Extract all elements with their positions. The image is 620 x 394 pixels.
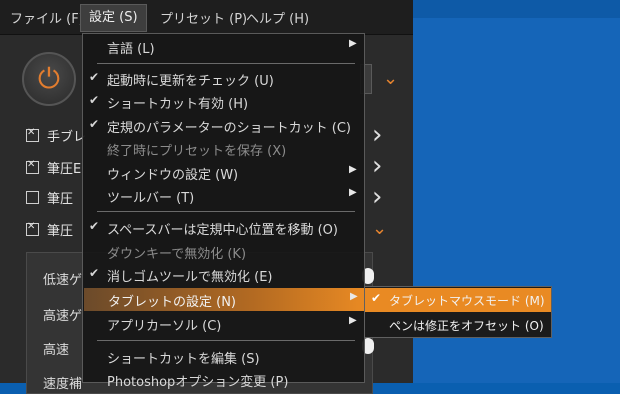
menu-item-check-updates[interactable]: ✔ 起動時に更新をチェック (U) [83, 67, 364, 90]
panel-label: 低速ゲ [43, 273, 83, 288]
menu-separator [97, 63, 355, 64]
checkmark-icon: ✔ [89, 219, 100, 233]
chevron-right-icon[interactable]: › [372, 184, 382, 210]
menu-file[interactable]: ファイル (F) [10, 8, 84, 27]
tablet-submenu: ✔ タブレットマウスモード (M) ペンは修正をオフセット (O) [364, 286, 552, 338]
menu-bar: ファイル (F) 設定 (S) プリセット (P) ヘルプ (H) [0, 0, 413, 35]
checkbox[interactable] [26, 191, 39, 204]
menu-item-label: アプリカーソル (C) [107, 319, 222, 334]
menu-item-downkey-disable[interactable]: ダウンキーで無効化 (K) [83, 240, 364, 263]
checkmark-icon: ✔ [89, 93, 100, 107]
checkbox[interactable] [26, 159, 39, 174]
checkbox-label: 筆圧 [47, 224, 74, 239]
menu-item-edit-shortcuts[interactable]: ショートカットを編集 (S) [83, 345, 364, 368]
menu-item-label: 起動時に更新をチェック (U) [107, 74, 274, 89]
menu-item-label: 消しゴムツールで無効化 (E) [107, 270, 273, 285]
menu-item-language[interactable]: 言語 (L) ▶ [83, 35, 364, 58]
menu-item-spacebar-move[interactable]: ✔ スペースバーは定規中心位置を移動 (O) [83, 216, 364, 239]
chevron-down-icon[interactable]: ⌄ [383, 68, 398, 89]
panel-label: 高速 [43, 343, 70, 358]
chevron-down-icon[interactable]: ⌄ [372, 218, 387, 239]
menu-item-label: ショートカット有効 (H) [107, 97, 249, 112]
menu-separator [97, 340, 355, 341]
submenu-arrow-icon: ▶ [349, 164, 357, 175]
menu-settings[interactable]: 設定 (S) [80, 4, 147, 32]
checkmark-icon: ✔ [89, 266, 100, 280]
submenu-item-label: タブレットマウスモード (M) [389, 294, 545, 308]
menu-item-save-presets-on-exit[interactable]: 終了時にプリセットを保存 (X) [83, 137, 364, 160]
checkmark-icon: ✔ [89, 70, 100, 84]
checkbox[interactable] [26, 221, 39, 236]
menu-item-ruler-shortcuts[interactable]: ✔ 定規のパラメーターのショートカット (C) [83, 114, 364, 137]
menu-item-photoshop-options[interactable]: Photoshopオプション変更 (P) [83, 368, 364, 391]
checkbox-row-3[interactable]: 筆圧 [26, 188, 73, 207]
menu-item-label: 定規のパラメーターのショートカット (C) [107, 121, 351, 136]
submenu-arrow-icon: ▶ [350, 291, 358, 302]
menu-item-label: 言語 (L) [107, 42, 155, 57]
settings-menu: 言語 (L) ▶ ✔ 起動時に更新をチェック (U) ✔ ショートカット有効 (… [82, 33, 365, 390]
submenu-item-pen-offset[interactable]: ペンは修正をオフセット (O) [365, 313, 551, 337]
checkbox-label: 筆圧 [47, 192, 74, 207]
checkbox-label: 手ブレ [47, 130, 87, 145]
menu-item-label: タブレットの設定 (N) [108, 295, 237, 310]
menu-presets[interactable]: プリセット (P) [160, 8, 247, 27]
desktop-band [413, 0, 620, 18]
checkbox[interactable] [26, 127, 39, 142]
menu-item-label: 終了時にプリセットを保存 (X) [107, 144, 287, 159]
submenu-arrow-icon: ▶ [349, 38, 357, 49]
panel-label: 高速ゲ [43, 309, 83, 324]
submenu-arrow-icon: ▶ [349, 315, 357, 326]
menu-item-label: スペースバーは定規中心位置を移動 (O) [107, 223, 338, 238]
menu-item-tablet-settings[interactable]: タブレットの設定 (N) ▶ [84, 288, 365, 311]
checkbox-label: 筆圧E [47, 162, 82, 177]
chevron-right-icon[interactable]: › [372, 153, 382, 179]
checkbox-row-1[interactable]: 手ブレ [26, 126, 86, 145]
menu-item-label: ショートカットを編集 (S) [107, 352, 260, 367]
checkmark-icon: ✔ [89, 117, 100, 131]
menu-item-label: ツールバー (T) [107, 191, 195, 206]
menu-item-window-settings[interactable]: ウィンドウの設定 (W) ▶ [83, 161, 364, 184]
checkmark-icon: ✔ [371, 291, 382, 305]
power-button[interactable]: ⏻ [22, 52, 76, 106]
menu-item-eraser-disable[interactable]: ✔ 消しゴムツールで無効化 (E) [83, 263, 364, 286]
power-icon: ⏻ [37, 62, 61, 95]
menu-item-label: ウィンドウの設定 (W) [107, 168, 239, 183]
menu-help[interactable]: ヘルプ (H) [246, 8, 309, 27]
chevron-right-icon[interactable]: › [372, 122, 382, 148]
checkbox-row-4[interactable]: 筆圧 [26, 220, 73, 239]
menu-item-shortcuts-enabled[interactable]: ✔ ショートカット有効 (H) [83, 90, 364, 113]
menu-item-label: Photoshopオプション変更 (P) [107, 375, 289, 390]
submenu-arrow-icon: ▶ [349, 187, 357, 198]
checkbox-row-2[interactable]: 筆圧E [26, 158, 81, 177]
submenu-item-label: ペンは修正をオフセット (O) [389, 319, 544, 333]
menu-separator [97, 211, 355, 212]
menu-item-toolbar[interactable]: ツールバー (T) ▶ [83, 184, 364, 207]
menu-item-app-cursor[interactable]: アプリカーソル (C) ▶ [83, 312, 364, 335]
submenu-item-tablet-mouse-mode[interactable]: ✔ タブレットマウスモード (M) [365, 288, 551, 312]
menu-item-label: ダウンキーで無効化 (K) [107, 247, 247, 262]
